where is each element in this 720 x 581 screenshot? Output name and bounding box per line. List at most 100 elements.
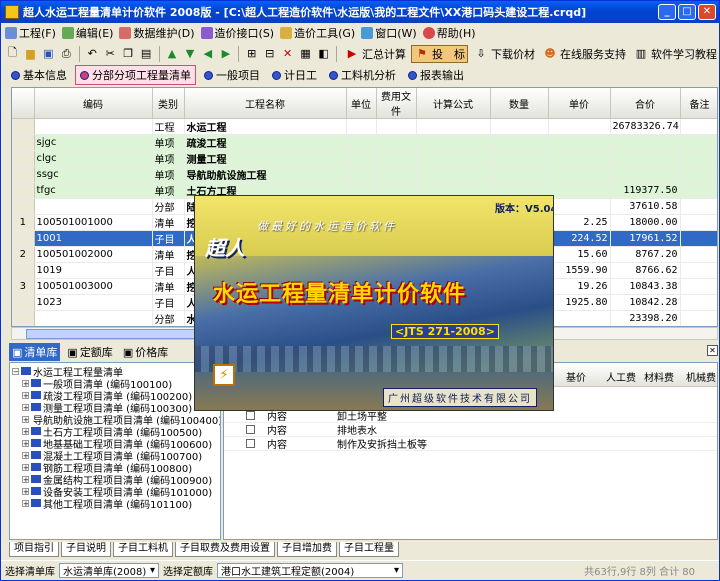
type-cell[interactable]: 清单 [152,214,185,231]
price-cell[interactable] [548,310,611,326]
code-cell[interactable]: tfgc [34,182,153,199]
copy-icon[interactable]: ❐ [121,46,136,62]
expand-icon[interactable]: + [22,463,29,471]
row-number[interactable]: 2 [12,246,35,263]
insert-row-icon[interactable]: ⊞ [244,46,259,62]
move-down-icon[interactable]: ▼ [182,46,197,62]
col-header[interactable]: 编码 [34,88,153,119]
menu-window[interactable]: 窗口(W) [361,25,417,41]
expand-icon[interactable]: + [22,403,29,411]
expand-icon[interactable]: + [22,475,29,483]
code-cell[interactable]: 100501002000 [34,246,153,263]
tab-material-analysis[interactable]: 工料机分析 [325,66,400,84]
tab-bill-of-quantities[interactable]: 分部分项工程量清单 [75,65,196,85]
name-cell[interactable]: 疏浚工程 [184,134,347,151]
split-icon[interactable]: ◧ [316,46,331,62]
scrollbar-thumb[interactable] [26,329,206,339]
move-right-icon[interactable]: ▶ [218,46,233,62]
note-cell[interactable] [680,182,717,199]
code-cell[interactable]: 1019 [34,262,153,279]
row-number[interactable] [12,294,35,311]
expand-icon[interactable]: + [22,487,29,495]
online-service-button[interactable]: ☻ 在线服务支持 [540,46,628,62]
tab-project-guide[interactable]: 项目指引 [9,542,59,557]
total-cell[interactable]: 10843.38 [610,278,681,295]
unit-cell[interactable] [346,150,377,167]
note-cell[interactable] [680,150,717,167]
type-cell[interactable]: 清单 [152,278,185,295]
price-download-button[interactable]: ⇩ 下载价材 [471,46,537,62]
code-cell[interactable]: ssgc [34,166,153,183]
name-cell[interactable]: 测量工程 [184,150,347,167]
col-header[interactable]: 费用文件 [376,88,417,119]
type-cell[interactable]: 单项 [152,134,185,151]
col-header[interactable]: 单价 [548,88,611,119]
menu-project[interactable]: 工程(F) [5,25,56,41]
price-cell[interactable] [548,134,611,151]
total-cell[interactable]: 8767.20 [610,246,681,263]
type-cell[interactable]: 子目 [152,262,185,279]
undo-icon[interactable]: ↶ [85,46,100,62]
quota-library-button[interactable]: ▣ 定额库 [64,343,115,361]
fee-file-cell[interactable] [376,150,417,167]
tab-item-quantity[interactable]: 子目工程量 [339,542,399,557]
code-cell[interactable] [34,310,153,326]
move-up-icon[interactable]: ▲ [165,46,180,62]
note-cell[interactable] [680,310,717,326]
price-cell[interactable] [548,182,611,199]
code-cell[interactable]: sjgc [34,134,153,151]
col-header[interactable]: 合价 [610,88,681,119]
expand-icon[interactable]: + [22,427,29,435]
total-cell[interactable] [610,134,681,151]
code-cell[interactable]: 1001 [34,230,153,247]
name-cell[interactable]: 导航助航设施工程 [184,166,347,183]
tab-report-output[interactable]: 报表输出 [404,66,468,84]
expand-icon[interactable]: + [22,379,29,387]
row-number[interactable] [12,182,35,199]
unit-cell[interactable] [346,166,377,183]
total-cell[interactable]: 26783326.74 [610,118,681,135]
print-icon[interactable]: ⎙ [59,46,74,62]
price-cell[interactable] [548,150,611,167]
type-cell[interactable]: 单项 [152,182,185,199]
tab-basic-info[interactable]: 基本信息 [7,66,71,84]
type-cell[interactable]: 分部 [152,310,185,326]
type-cell[interactable]: 子目 [152,294,185,311]
price-cell[interactable] [548,118,611,135]
type-cell[interactable]: 单项 [152,166,185,183]
note-cell[interactable] [680,294,717,311]
col-header[interactable]: 类别 [152,88,185,119]
total-cell[interactable]: 37610.58 [610,198,681,215]
menu-edit[interactable]: 编辑(E) [61,25,113,41]
fee-file-cell[interactable] [376,118,417,135]
total-cell[interactable]: 23398.20 [610,310,681,326]
fee-file-cell[interactable] [376,166,417,183]
table-row[interactable]: 工程 水运工程 26783326.74 [12,118,717,135]
code-cell[interactable] [34,198,153,215]
guide-row[interactable]: 内容 排地表水 [224,423,717,437]
row-checkbox[interactable] [246,439,255,448]
row-number[interactable] [12,310,35,326]
price-cell[interactable] [548,198,611,215]
note-cell[interactable] [680,118,717,135]
panel-close-icon[interactable]: ✕ [707,345,718,356]
tab-item-fees[interactable]: 子目取费及费用设置 [175,542,275,557]
row-number[interactable]: 1 [12,214,35,231]
name-cell[interactable]: 水运工程 [184,118,347,135]
tab-item-surcharge[interactable]: 子目增加费 [277,542,337,557]
col-header[interactable]: 工程名称 [184,88,347,119]
formula-cell[interactable] [416,150,491,167]
summary-button[interactable]: ▶ 汇总计算 [342,46,408,62]
expand-icon[interactable]: + [22,391,29,399]
expand-icon[interactable]: + [22,451,29,459]
unit-cell[interactable] [346,134,377,151]
price-cell[interactable]: 2.25 [548,214,611,231]
note-cell[interactable] [680,278,717,295]
row-number[interactable] [12,230,35,247]
bill-library-button[interactable]: ▣ 清单库 [9,343,61,361]
expand-icon[interactable]: + [22,439,29,447]
col-header[interactable]: 单位 [346,88,377,119]
bid-button[interactable]: ⚑ 投 标 [410,44,468,63]
bill-library-select[interactable]: 水运清单库(2008) ▾ [59,563,159,578]
total-cell[interactable] [610,150,681,167]
